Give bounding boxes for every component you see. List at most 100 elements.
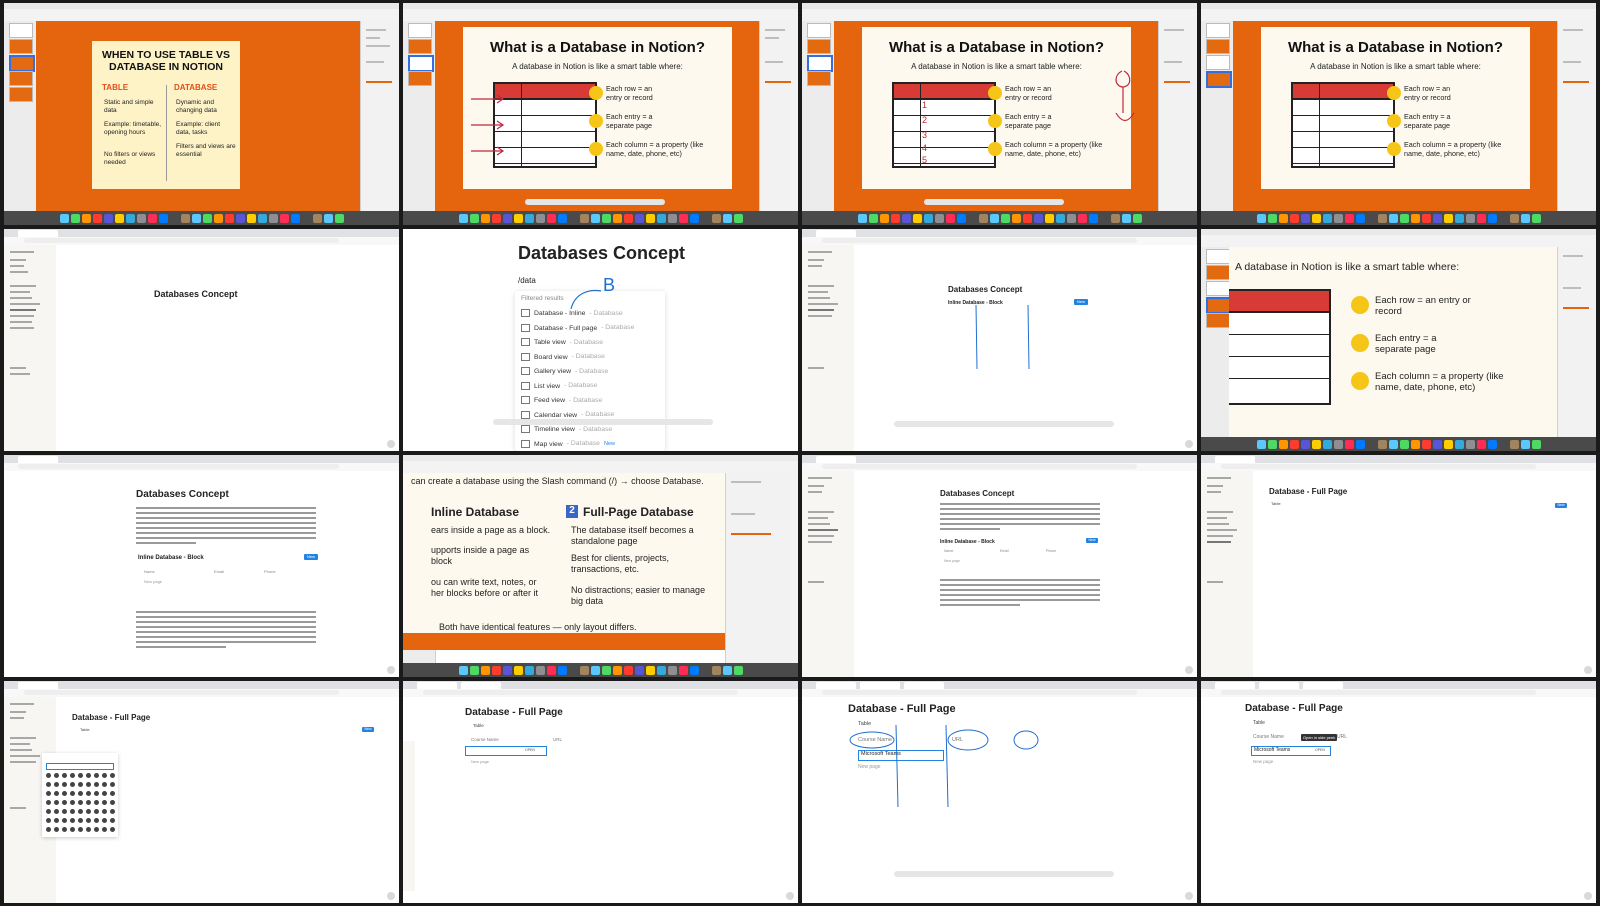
dock-app-icon[interactable] <box>1520 439 1530 449</box>
dock-app-icon[interactable] <box>323 213 333 223</box>
slide-thumb-selected[interactable] <box>807 55 833 72</box>
dock-app-icon[interactable] <box>458 213 468 223</box>
emoji-icon[interactable] <box>70 818 75 823</box>
dock-app-icon[interactable] <box>678 665 688 675</box>
tab[interactable] <box>1303 682 1343 689</box>
dock-app-icon[interactable] <box>634 213 644 223</box>
slide-navigator[interactable] <box>4 21 37 211</box>
emoji-icon[interactable] <box>110 800 115 805</box>
tab[interactable] <box>1215 682 1255 689</box>
notion-page[interactable]: Database - Full Page Table Course Name U… <box>1201 697 1596 903</box>
dock-app-icon[interactable] <box>590 213 600 223</box>
slide-thumb[interactable] <box>9 23 33 38</box>
tab[interactable] <box>417 682 457 689</box>
emoji-icon[interactable] <box>102 791 107 796</box>
slide-thumb[interactable] <box>9 71 33 86</box>
dock-app-icon[interactable] <box>224 213 234 223</box>
menu-item[interactable]: Table view - Database <box>521 338 603 346</box>
dock-app-icon[interactable] <box>579 213 589 223</box>
dock-app-icon[interactable] <box>524 213 534 223</box>
tab[interactable] <box>461 682 501 689</box>
emoji-icon[interactable] <box>70 773 75 778</box>
new-button[interactable]: New <box>1074 299 1088 305</box>
dock-app-icon[interactable] <box>1344 213 1354 223</box>
dock-app-icon[interactable] <box>1132 213 1142 223</box>
dock-app-icon[interactable] <box>1000 213 1010 223</box>
emoji-icon[interactable] <box>62 782 67 787</box>
dock-app-icon[interactable] <box>857 213 867 223</box>
emoji-icon[interactable] <box>102 773 107 778</box>
emoji-icon[interactable] <box>78 809 83 814</box>
col-url[interactable]: URL <box>1337 734 1347 740</box>
tab[interactable] <box>816 682 856 689</box>
tab[interactable] <box>860 682 900 689</box>
dock-app-icon[interactable] <box>458 665 468 675</box>
dock-app-icon[interactable] <box>70 213 80 223</box>
dock-app-icon[interactable] <box>1311 213 1321 223</box>
dock-app-icon[interactable] <box>1498 439 1508 449</box>
inline-block-title[interactable]: Inline Database - Block <box>940 539 995 545</box>
dock-app-icon[interactable] <box>1278 213 1288 223</box>
emoji-icon[interactable] <box>62 827 67 832</box>
browser-tabs[interactable] <box>1201 455 1596 463</box>
annotation-toolbar[interactable] <box>924 199 1064 205</box>
menu-item[interactable]: Board view - Database <box>521 352 605 361</box>
dock-app-icon[interactable] <box>147 213 157 223</box>
dock-app-icon[interactable] <box>1322 439 1332 449</box>
dock-app-icon[interactable] <box>656 213 666 223</box>
emoji-icon[interactable] <box>94 818 99 823</box>
emoji-icon[interactable] <box>110 827 115 832</box>
dock[interactable] <box>403 211 798 225</box>
icon-picker[interactable] <box>42 753 118 837</box>
dock-app-icon[interactable] <box>301 213 311 223</box>
annotation-toolbar[interactable] <box>493 419 713 425</box>
notion-page[interactable]: Databases Concept Inline Database - Bloc… <box>4 471 399 677</box>
dock-app-icon[interactable] <box>268 213 278 223</box>
help-icon[interactable] <box>1185 892 1193 900</box>
emoji-icon[interactable] <box>94 773 99 778</box>
dock-app-icon[interactable] <box>1033 213 1043 223</box>
emoji-icon[interactable] <box>102 782 107 787</box>
dock-app-icon[interactable] <box>967 213 977 223</box>
help-icon[interactable] <box>1185 440 1193 448</box>
dock-app-icon[interactable] <box>557 213 567 223</box>
new-page-row[interactable]: New page <box>944 559 960 563</box>
col-email[interactable]: Email <box>1000 549 1009 553</box>
dock-app-icon[interactable] <box>502 213 512 223</box>
col-phone[interactable]: Phone <box>1046 549 1056 553</box>
col-course-name[interactable]: Course Name <box>1253 734 1284 740</box>
dock-app-icon[interactable] <box>1388 439 1398 449</box>
dock-app-icon[interactable] <box>1267 439 1277 449</box>
dock-app-icon[interactable] <box>169 213 179 223</box>
dock-app-icon[interactable] <box>1399 213 1409 223</box>
dock-app-icon[interactable] <box>623 213 633 223</box>
emoji-icon[interactable] <box>70 827 75 832</box>
emoji-icon[interactable] <box>54 818 59 823</box>
dock-app-icon[interactable] <box>279 213 289 223</box>
slide-thumb[interactable] <box>1206 55 1230 70</box>
dock-app-icon[interactable] <box>513 213 523 223</box>
emoji-icon[interactable] <box>54 782 59 787</box>
dock-app-icon[interactable] <box>568 665 578 675</box>
dock-app-icon[interactable] <box>246 213 256 223</box>
help-icon[interactable] <box>387 666 395 674</box>
dock-app-icon[interactable] <box>235 213 245 223</box>
dock-app-icon[interactable] <box>612 665 622 675</box>
emoji-icon[interactable] <box>46 809 51 814</box>
dock-app-icon[interactable] <box>579 665 589 675</box>
dock[interactable] <box>403 663 798 677</box>
dock-app-icon[interactable] <box>1377 439 1387 449</box>
slide-canvas[interactable]: What is a Database in Notion? A database… <box>1233 21 1558 211</box>
col-name[interactable]: Name <box>144 569 155 574</box>
dock-app-icon[interactable] <box>879 213 889 223</box>
new-button[interactable]: New <box>1555 503 1567 508</box>
browser-tabs[interactable] <box>4 455 399 463</box>
dock-app-icon[interactable] <box>1099 213 1109 223</box>
new-button[interactable]: New <box>362 727 374 732</box>
browser-tabs[interactable] <box>802 681 1197 689</box>
table-tab[interactable]: Table <box>80 727 90 732</box>
dock[interactable] <box>802 211 1197 225</box>
new-page-row[interactable]: New page <box>1253 759 1273 764</box>
format-inspector[interactable] <box>1557 21 1596 211</box>
dock-app-icon[interactable] <box>667 665 677 675</box>
